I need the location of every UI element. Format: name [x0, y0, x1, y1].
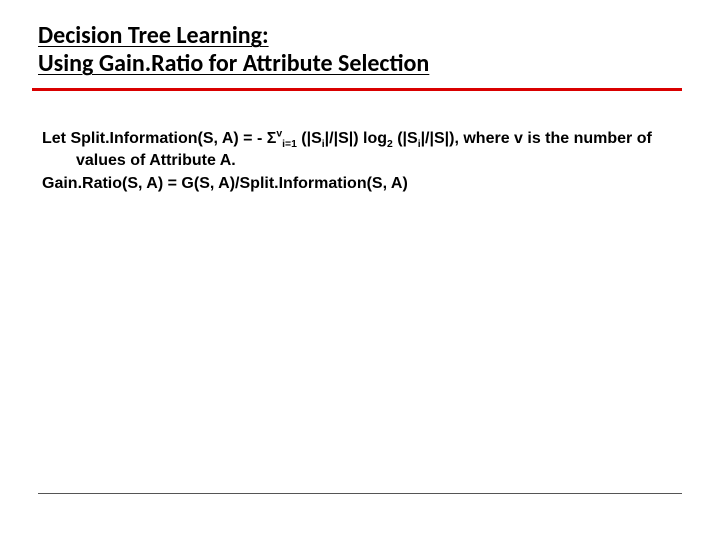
bottom-divider: [38, 493, 682, 494]
text-fragment: |/|S|) log: [325, 130, 387, 147]
text-fragment: Let Split.Information(S, A) = -: [42, 130, 267, 147]
sigma-symbol: Σ: [267, 130, 277, 147]
gain-ratio-definition: Gain.Ratio(S, A) = G(S, A)/Split.Informa…: [42, 173, 682, 195]
title-underline-rule: [32, 88, 682, 91]
title-line-2: Using Gain.Ratio for Attribute Selection: [38, 50, 682, 78]
split-information-definition: Let Split.Information(S, A) = - Σvi=1 (|…: [42, 128, 682, 171]
sigma-lower-limit: i=1: [282, 139, 297, 150]
text-fragment: (|S: [297, 130, 322, 147]
title-block: Decision Tree Learning: Using Gain.Ratio…: [38, 22, 682, 77]
slide: Decision Tree Learning: Using Gain.Ratio…: [0, 0, 720, 540]
text-fragment: (|S: [393, 130, 418, 147]
title-line-1: Decision Tree Learning:: [38, 22, 682, 50]
body-text: Let Split.Information(S, A) = - Σvi=1 (|…: [42, 128, 682, 197]
